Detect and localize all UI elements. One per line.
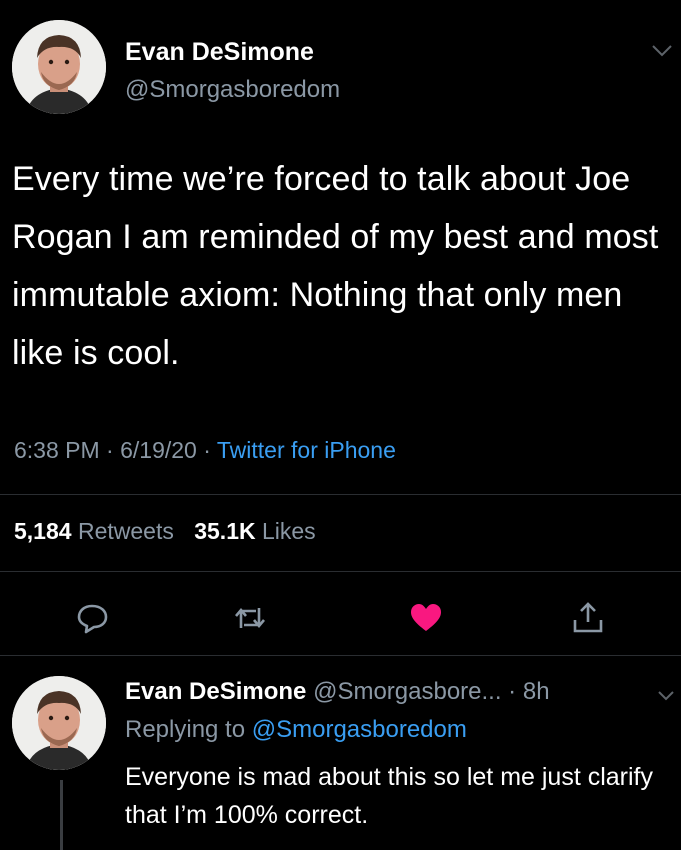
meta-separator: · [99,437,121,463]
retweets-count[interactable]: 5,184 [14,518,72,544]
more-options-chevron-icon[interactable] [651,44,673,58]
reply-text: Everyone is mad about this so let me jus… [125,763,654,829]
tweet-date: 6/19/20 [120,437,197,463]
profile-photo-icon [12,676,106,770]
profile-photo-icon [12,20,106,114]
tweet-text: Every time we’re forced to talk about Jo… [12,160,659,372]
author-handle[interactable]: @Smorgasboredom [125,76,340,104]
reply-author-handle[interactable]: @Smorgasbore... [313,678,501,705]
tweet-source-link[interactable]: Twitter for iPhone [217,437,396,463]
likes-count[interactable]: 35.1K [194,518,255,544]
heart-icon [411,604,441,631]
likes-label[interactable]: Likes [262,518,316,544]
tweet-stats: 5,184 Retweets 35.1K Likes [14,518,330,545]
author-name[interactable]: Evan DeSimone [125,38,314,67]
retweet-icon [235,607,265,629]
share-button[interactable] [566,596,610,640]
share-icon [573,602,603,633]
divider [0,655,681,656]
divider [0,571,681,572]
thread-line [60,780,63,850]
reply-more-chevron-icon[interactable] [657,689,675,701]
replying-prefix: Replying to [125,716,252,743]
reply-header: Evan DeSimone @Smorgasbore... · 8h [125,678,550,706]
reply-icon [77,604,108,634]
tweet-time: 6:38 PM [14,437,100,463]
retweet-button[interactable] [228,596,272,640]
tweet-meta: 6:38 PM · 6/19/20 · Twitter for iPhone [14,437,396,464]
reply-button[interactable] [70,596,114,640]
replying-to: Replying to @Smorgasboredom [125,716,467,744]
reply-author-avatar[interactable] [12,676,106,770]
author-avatar[interactable] [12,20,106,114]
retweets-label[interactable]: Retweets [78,518,174,544]
reply-author-name[interactable]: Evan DeSimone [125,678,306,705]
reply-age: · 8h [501,678,550,705]
like-button[interactable] [404,596,448,640]
meta-separator: · [196,437,217,463]
replying-mention-link[interactable]: @Smorgasboredom [252,716,467,743]
divider [0,494,681,495]
